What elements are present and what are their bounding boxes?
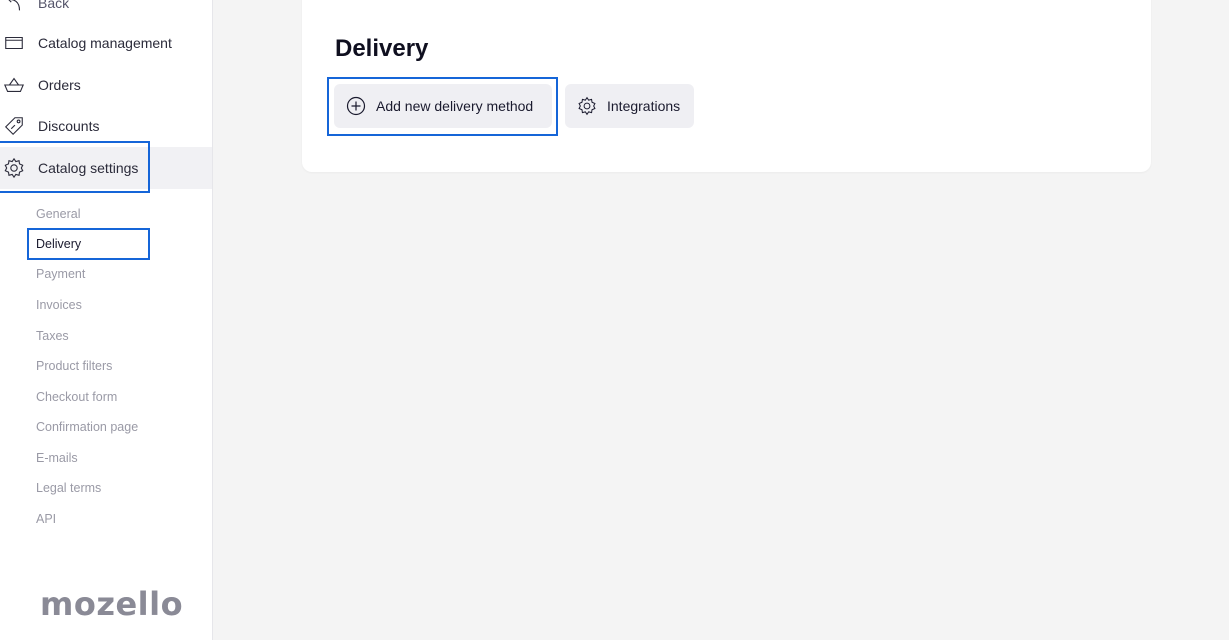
subnav-item-payment[interactable]: Payment bbox=[36, 267, 85, 281]
basket-icon bbox=[2, 73, 26, 97]
subnav-item-emails[interactable]: E-mails bbox=[36, 451, 78, 465]
sidebar-item-label: Catalog management bbox=[38, 35, 172, 51]
folder-icon bbox=[2, 31, 26, 55]
subnav-item-legal-terms[interactable]: Legal terms bbox=[36, 481, 101, 495]
back-link[interactable]: Back bbox=[0, 0, 212, 24]
back-arrow-icon bbox=[2, 0, 26, 15]
sidebar-item-label: Orders bbox=[38, 77, 81, 93]
integrations-button[interactable]: Integrations bbox=[565, 84, 694, 128]
subnav-item-invoices[interactable]: Invoices bbox=[36, 298, 82, 312]
add-button-highlight bbox=[327, 77, 558, 136]
mozello-logo[interactable]: mozello bbox=[40, 585, 183, 623]
subnav-item-confirmation-page[interactable]: Confirmation page bbox=[36, 420, 138, 434]
sidebar-item-label: Discounts bbox=[38, 118, 100, 134]
subnav-item-api[interactable]: API bbox=[36, 512, 56, 526]
page-title: Delivery bbox=[335, 35, 429, 62]
subnav-item-product-filters[interactable]: Product filters bbox=[36, 359, 112, 373]
sidebar-item-catalog-management[interactable]: Catalog management bbox=[0, 22, 212, 64]
catalog-settings-highlight bbox=[0, 141, 150, 193]
integrations-label: Integrations bbox=[607, 98, 681, 114]
tag-icon bbox=[2, 114, 26, 138]
delivery-highlight bbox=[27, 228, 150, 260]
sidebar: Back Catalog management Orders Discounts… bbox=[0, 0, 213, 640]
subnav-item-taxes[interactable]: Taxes bbox=[36, 329, 69, 343]
sidebar-item-orders[interactable]: Orders bbox=[0, 64, 212, 106]
back-label: Back bbox=[38, 0, 70, 11]
gear-icon bbox=[577, 96, 597, 116]
subnav-item-checkout-form[interactable]: Checkout form bbox=[36, 390, 117, 404]
subnav-item-general[interactable]: General bbox=[36, 207, 80, 221]
